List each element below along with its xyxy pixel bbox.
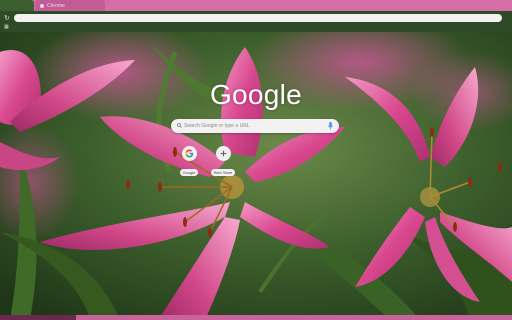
shortcut-web-store[interactable]: Web Store bbox=[206, 146, 240, 179]
tab-title: Chrome bbox=[47, 2, 65, 9]
reload-icon[interactable]: ↻ bbox=[4, 15, 10, 22]
shortcut-label: Web Store bbox=[210, 169, 236, 176]
bookmark-bar: ▦ bbox=[0, 23, 512, 31]
google-logo: Google bbox=[209, 79, 303, 110]
google-g-icon bbox=[181, 146, 197, 161]
tab-chrome[interactable]: Chrome bbox=[35, 0, 105, 11]
background-wallpaper bbox=[0, 32, 512, 320]
search-input[interactable] bbox=[184, 119, 324, 133]
lily-photo bbox=[0, 32, 512, 320]
shortcut-google[interactable]: Google bbox=[172, 146, 206, 179]
plus-icon bbox=[215, 146, 231, 161]
apps-icon[interactable]: ▦ bbox=[4, 24, 9, 30]
tab-strip: Chrome bbox=[0, 0, 512, 11]
search-box[interactable] bbox=[171, 119, 339, 133]
address-bar[interactable] bbox=[14, 14, 502, 22]
microphone-icon[interactable] bbox=[328, 122, 333, 130]
tab-new-tab[interactable] bbox=[0, 0, 34, 11]
shortcut-label: Google bbox=[179, 169, 199, 176]
search-icon bbox=[177, 123, 182, 128]
browser-window: Chrome ↻ ▦ Google Google bbox=[0, 0, 512, 320]
bottom-strip bbox=[0, 315, 512, 320]
bottom-strip-segment bbox=[0, 315, 76, 320]
tab-favicon-icon bbox=[40, 3, 44, 8]
